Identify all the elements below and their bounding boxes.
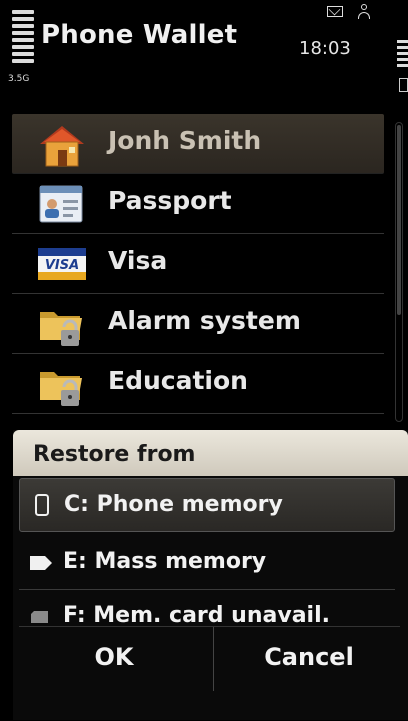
option-phone-memory[interactable]: C: Phone memory <box>19 478 395 532</box>
list-item-label: Visa <box>108 246 168 275</box>
envelope-icon <box>327 6 343 17</box>
wallet-list: Jonh Smith Passport VISA Visa Alarm syst… <box>12 114 384 414</box>
scrollbar-thumb[interactable] <box>397 125 401 315</box>
list-item-label: Alarm system <box>108 306 301 335</box>
locked-folder-icon <box>40 312 82 346</box>
battery-level-icon <box>397 40 408 70</box>
list-item-label: Education <box>108 366 248 395</box>
house-icon <box>40 126 84 167</box>
cancel-button[interactable]: Cancel <box>214 627 404 691</box>
cancel-label: Cancel <box>264 643 354 671</box>
visa-card-icon: VISA <box>38 248 86 280</box>
svg-text:VISA: VISA <box>45 258 79 273</box>
list-item-label: Jonh Smith <box>108 126 262 155</box>
option-label: C: Phone memory <box>64 492 283 517</box>
battery-icon <box>399 78 408 92</box>
phone-icon <box>35 494 49 516</box>
app-title: Phone Wallet <box>41 20 238 50</box>
signal-strength-icon <box>12 10 34 68</box>
option-label: E: Mass memory <box>63 549 267 574</box>
restore-dialog: Restore from C: Phone memory E: Mass mem… <box>13 430 408 720</box>
network-type: 3.5G <box>8 74 30 84</box>
option-mass-memory[interactable]: E: Mass memory <box>19 536 395 590</box>
status-bar: 3.5G Phone Wallet 18:03 <box>0 0 408 110</box>
memory-card-icon <box>31 611 48 623</box>
id-card-icon <box>39 185 83 223</box>
dialog-header: Restore from <box>13 430 408 476</box>
locked-folder-icon <box>40 372 82 406</box>
option-label: F: Mem. card unavail. <box>63 603 330 628</box>
dialog-title: Restore from <box>33 442 196 467</box>
ok-button[interactable]: OK <box>19 627 209 691</box>
list-item[interactable]: Jonh Smith <box>12 114 384 174</box>
list-scrollbar[interactable] <box>395 122 403 422</box>
softkey-bar: OK Cancel <box>19 626 400 721</box>
list-item-label: Passport <box>108 186 232 215</box>
list-item[interactable]: Alarm system <box>12 294 384 354</box>
mass-memory-icon <box>30 556 52 570</box>
list-item[interactable]: Passport <box>12 174 384 234</box>
list-item[interactable]: Education <box>12 354 384 414</box>
ok-label: OK <box>94 643 134 671</box>
list-item[interactable]: VISA Visa <box>12 234 384 294</box>
profile-icon <box>358 4 370 20</box>
clock: 18:03 <box>299 38 351 59</box>
